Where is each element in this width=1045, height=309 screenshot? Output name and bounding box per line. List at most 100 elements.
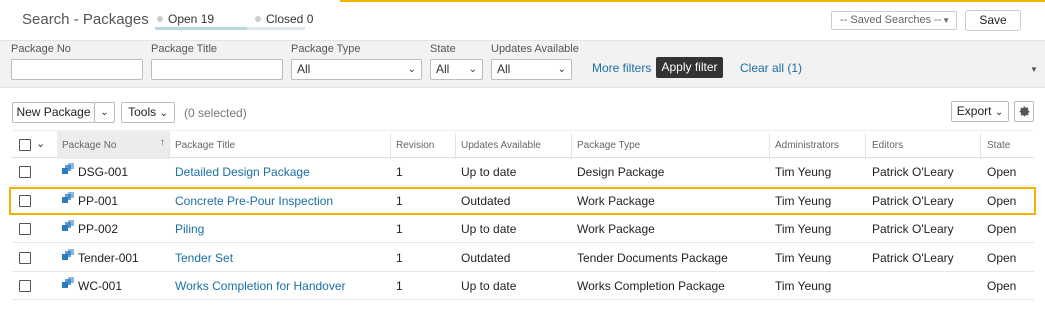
cell-updates: Up to date bbox=[461, 222, 517, 236]
cell-package-no: DSG-001 bbox=[78, 165, 129, 179]
column-settings-button[interactable] bbox=[1014, 101, 1034, 122]
cell-package-title[interactable]: Works Completion for Handover bbox=[175, 279, 346, 293]
saved-searches-label: -- Saved Searches -- bbox=[840, 14, 942, 26]
package-icon bbox=[62, 163, 74, 174]
filter-label-package-no: Package No bbox=[11, 43, 71, 55]
package-type-select[interactable]: All ⌄ bbox=[291, 59, 422, 80]
cell-package-title[interactable]: Piling bbox=[175, 222, 204, 236]
cell-state: Open bbox=[987, 222, 1017, 236]
chevron-down-icon: ⌄ bbox=[407, 64, 416, 75]
state-value: All bbox=[436, 62, 450, 76]
column-header-updates[interactable]: Updates Available bbox=[461, 140, 541, 151]
cell-editors: Patrick O'Leary bbox=[872, 165, 954, 179]
chevron-down-icon: ⌄ bbox=[557, 64, 566, 75]
tab-closed[interactable]: Closed 0 bbox=[255, 12, 313, 26]
column-separator bbox=[980, 133, 981, 159]
cell-revision: 1 bbox=[396, 251, 403, 265]
row-checkbox[interactable] bbox=[19, 166, 31, 178]
tab-closed-label: Closed 0 bbox=[266, 12, 314, 26]
cell-revision: 1 bbox=[396, 165, 403, 179]
cell-updates: Up to date bbox=[461, 165, 517, 179]
column-separator bbox=[571, 133, 572, 159]
cell-updates: Up to date bbox=[461, 279, 517, 293]
chevron-down-icon: ⌄ bbox=[100, 107, 109, 118]
clear-all-link[interactable]: Clear all (1) bbox=[740, 61, 802, 75]
package-no-input[interactable] bbox=[11, 59, 143, 80]
filter-label-package-title: Package Title bbox=[151, 43, 218, 55]
page-header: Search - Packages Open 19 Closed 0 -- Sa… bbox=[0, 0, 1045, 40]
saved-searches-select[interactable]: -- Saved Searches -- ▼ bbox=[831, 11, 957, 30]
apply-filter-button[interactable]: Apply filter bbox=[656, 57, 723, 78]
new-package-dropdown[interactable]: ⌄ bbox=[94, 102, 115, 123]
state-select[interactable]: All ⌄ bbox=[430, 59, 483, 80]
cell-administrators: Tim Yeung bbox=[775, 279, 832, 293]
tab-open[interactable]: Open 19 bbox=[157, 12, 214, 26]
updates-select[interactable]: All ⌄ bbox=[491, 59, 572, 80]
cell-package-type: Work Package bbox=[577, 222, 655, 236]
column-header-revision[interactable]: Revision bbox=[396, 140, 434, 151]
column-header-editors[interactable]: Editors bbox=[872, 140, 903, 151]
row-checkbox[interactable] bbox=[19, 223, 31, 235]
column-separator bbox=[769, 133, 770, 159]
select-menu-chevron-icon[interactable]: ⌄ bbox=[36, 137, 45, 150]
filter-label-updates: Updates Available bbox=[491, 43, 579, 55]
column-header-package-type[interactable]: Package Type bbox=[577, 140, 640, 151]
table-row[interactable]: PP-002 Piling 1 Up to date Work Package Tim Y… bbox=[12, 215, 1034, 243]
save-button[interactable]: Save bbox=[965, 10, 1021, 31]
cell-state: Open bbox=[987, 279, 1017, 293]
package-icon bbox=[62, 277, 74, 288]
cell-package-no: PP-002 bbox=[78, 222, 119, 236]
cell-administrators: Tim Yeung bbox=[775, 251, 832, 265]
cell-updates: Outdated bbox=[461, 251, 511, 265]
filter-bar: Package No Package Title Package Type Al… bbox=[0, 40, 1045, 88]
export-button[interactable]: Export ⌄ bbox=[951, 101, 1009, 122]
cell-state: Open bbox=[987, 165, 1017, 179]
updates-value: All bbox=[497, 62, 511, 76]
filter-label-state: State bbox=[430, 43, 456, 55]
cell-package-type: Tender Documents Package bbox=[577, 251, 728, 265]
column-separator bbox=[455, 133, 456, 159]
column-header-package-no[interactable]: Package No bbox=[62, 140, 116, 151]
tab-open-label: Open 19 bbox=[168, 12, 215, 26]
cell-package-no: WC-001 bbox=[78, 279, 123, 293]
package-icon bbox=[62, 249, 74, 260]
select-all-checkbox[interactable] bbox=[19, 139, 31, 151]
collapse-filters-icon[interactable]: ▼ bbox=[1030, 65, 1038, 74]
tools-button[interactable]: Tools ⌄ bbox=[121, 102, 175, 123]
row-checkbox[interactable] bbox=[19, 280, 31, 292]
cell-package-title[interactable]: Tender Set bbox=[175, 251, 233, 265]
new-package-button[interactable]: New Package bbox=[12, 102, 95, 123]
cell-state: Open bbox=[987, 251, 1017, 265]
column-header-administrators[interactable]: Administrators bbox=[775, 140, 839, 151]
cell-revision: 1 bbox=[396, 279, 403, 293]
chevron-down-icon: ⌄ bbox=[994, 107, 1004, 118]
more-filters-link[interactable]: More filters bbox=[592, 61, 651, 75]
cell-revision: 1 bbox=[396, 222, 403, 236]
chevron-down-icon: ▼ bbox=[942, 16, 950, 25]
package-icon bbox=[62, 220, 74, 231]
column-separator bbox=[169, 133, 170, 159]
export-label: Export bbox=[956, 104, 992, 118]
cell-package-type: Design Package bbox=[577, 165, 665, 179]
table-row[interactable]: DSG-001 Detailed Design Package 1 Up to dat… bbox=[12, 158, 1034, 186]
chevron-down-icon: ⌄ bbox=[468, 64, 477, 75]
table-row[interactable]: WC-001 Works Completion for Handover 1 Up t… bbox=[12, 272, 1034, 300]
cell-package-no: Tender-001 bbox=[78, 251, 139, 265]
column-header-state[interactable]: State bbox=[987, 140, 1010, 151]
column-separator bbox=[390, 133, 391, 159]
cell-administrators: Tim Yeung bbox=[775, 222, 832, 236]
column-header-package-title[interactable]: Package Title bbox=[175, 140, 235, 151]
column-separator bbox=[865, 133, 866, 159]
tab-dot-icon bbox=[157, 16, 163, 22]
tab-underline-active bbox=[155, 27, 247, 30]
cell-editors: Patrick O'Leary bbox=[872, 222, 954, 236]
table-header: ⌄ Package No ↑ Package Title Revision Up… bbox=[12, 130, 1034, 159]
selected-count: (0 selected) bbox=[184, 106, 247, 120]
table-row[interactable]: Tender-001 Tender Set 1 Outdated Tender Docu… bbox=[12, 244, 1034, 272]
row-checkbox[interactable] bbox=[19, 252, 31, 264]
package-title-input[interactable] bbox=[151, 59, 283, 80]
cell-package-type: Works Completion Package bbox=[577, 279, 725, 293]
cell-package-title[interactable]: Detailed Design Package bbox=[175, 165, 310, 179]
filter-label-package-type: Package Type bbox=[291, 43, 361, 55]
tab-dot-icon bbox=[255, 16, 261, 22]
